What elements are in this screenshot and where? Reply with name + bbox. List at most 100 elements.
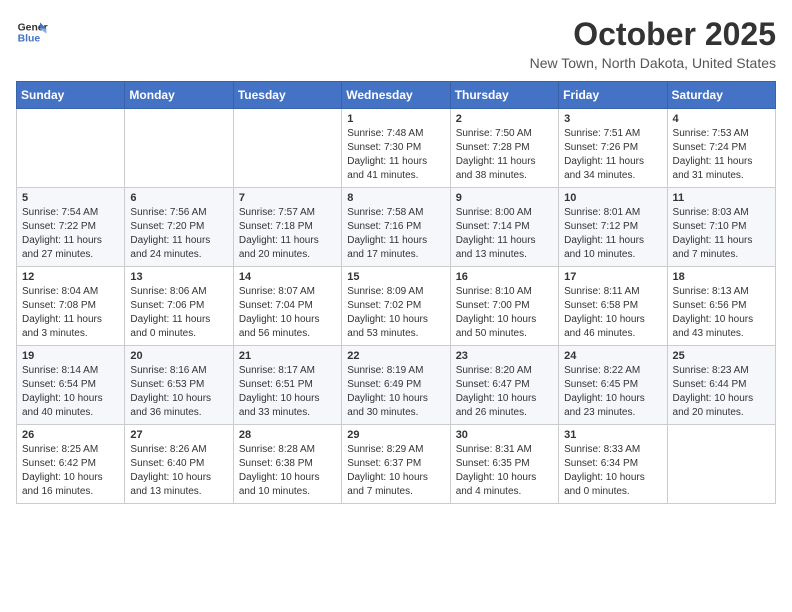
day-info: Sunrise: 7:54 AM Sunset: 7:22 PM Dayligh… bbox=[22, 206, 119, 262]
day-info: Sunrise: 7:51 AM Sunset: 7:26 PM Dayligh… bbox=[564, 127, 661, 183]
calendar-cell: 30 Sunrise: 8:31 AM Sunset: 6:35 PM Dayli… bbox=[450, 425, 558, 504]
day-number: 28 bbox=[239, 429, 336, 441]
calendar-cell: 31Sunrise: 8:33 AM Sunset: 6:34 PM Dayli… bbox=[559, 425, 667, 504]
day-number: 14 bbox=[239, 271, 336, 283]
day-number: 11 bbox=[673, 192, 770, 204]
calendar-cell: 29Sunrise: 8:29 AM Sunset: 6:37 PM Dayli… bbox=[342, 425, 450, 504]
calendar-cell: 22Sunrise: 8:19 AM Sunset: 6:49 PM Dayli… bbox=[342, 346, 450, 425]
calendar-cell: 25 Sunrise: 8:23 AM Sunset: 6:44 PM Dayli… bbox=[667, 346, 775, 425]
week-row-4: 19 Sunrise: 8:14 AM Sunset: 6:54 PM Dayli… bbox=[17, 346, 776, 425]
day-info: Sunrise: 8:17 AM Sunset: 6:51 PM Dayligh… bbox=[239, 364, 336, 420]
weekday-header-saturday: Saturday bbox=[667, 82, 775, 109]
day-info: Sunrise: 7:50 AM Sunset: 7:28 PM Dayligh… bbox=[456, 127, 553, 183]
day-info: Sunrise: 8:31 AM Sunset: 6:35 PM Dayligh… bbox=[456, 443, 553, 499]
day-info: Sunrise: 8:13 AM Sunset: 6:56 PM Dayligh… bbox=[673, 285, 770, 341]
day-number: 29 bbox=[347, 429, 444, 441]
calendar-cell: 26 Sunrise: 8:25 AM Sunset: 6:42 PM Dayli… bbox=[17, 425, 125, 504]
calendar-cell: 5 Sunrise: 7:54 AM Sunset: 7:22 PM Daylig… bbox=[17, 188, 125, 267]
month-title: October 2025 bbox=[530, 16, 776, 53]
calendar-cell: 8Sunrise: 7:58 AM Sunset: 7:16 PM Daylig… bbox=[342, 188, 450, 267]
day-info: Sunrise: 8:16 AM Sunset: 6:53 PM Dayligh… bbox=[130, 364, 227, 420]
calendar-cell: 10 Sunrise: 8:01 AM Sunset: 7:12 PM Dayli… bbox=[559, 188, 667, 267]
day-number: 10 bbox=[564, 192, 661, 204]
calendar-table: SundayMondayTuesdayWednesdayThursdayFrid… bbox=[16, 81, 776, 504]
calendar-cell: 24 Sunrise: 8:22 AM Sunset: 6:45 PM Dayli… bbox=[559, 346, 667, 425]
svg-text:Blue: Blue bbox=[18, 34, 41, 45]
day-info: Sunrise: 8:25 AM Sunset: 6:42 PM Dayligh… bbox=[22, 443, 119, 499]
day-info: Sunrise: 7:57 AM Sunset: 7:18 PM Dayligh… bbox=[239, 206, 336, 262]
weekday-header-row: SundayMondayTuesdayWednesdayThursdayFrid… bbox=[17, 82, 776, 109]
calendar-cell: 20 Sunrise: 8:16 AM Sunset: 6:53 PM Dayli… bbox=[125, 346, 233, 425]
day-number: 13 bbox=[130, 271, 227, 283]
day-info: Sunrise: 8:09 AM Sunset: 7:02 PM Dayligh… bbox=[347, 285, 444, 341]
calendar-cell bbox=[233, 109, 341, 188]
calendar-cell: 13Sunrise: 8:06 AM Sunset: 7:06 PM Dayli… bbox=[125, 267, 233, 346]
day-info: Sunrise: 7:53 AM Sunset: 7:24 PM Dayligh… bbox=[673, 127, 770, 183]
day-number: 7 bbox=[239, 192, 336, 204]
day-number: 23 bbox=[456, 350, 553, 362]
calendar-cell bbox=[17, 109, 125, 188]
calendar-cell: 18 Sunrise: 8:13 AM Sunset: 6:56 PM Dayli… bbox=[667, 267, 775, 346]
page-header: General Blue October 2025 New Town, Nort… bbox=[16, 16, 776, 71]
day-info: Sunrise: 8:19 AM Sunset: 6:49 PM Dayligh… bbox=[347, 364, 444, 420]
weekday-header-friday: Friday bbox=[559, 82, 667, 109]
day-number: 25 bbox=[673, 350, 770, 362]
logo-icon: General Blue bbox=[16, 16, 48, 48]
day-number: 24 bbox=[564, 350, 661, 362]
calendar-cell: 7 Sunrise: 7:57 AM Sunset: 7:18 PM Daylig… bbox=[233, 188, 341, 267]
day-info: Sunrise: 8:33 AM Sunset: 6:34 PM Dayligh… bbox=[564, 443, 661, 499]
calendar-cell: 19 Sunrise: 8:14 AM Sunset: 6:54 PM Dayli… bbox=[17, 346, 125, 425]
day-number: 15 bbox=[347, 271, 444, 283]
weekday-header-wednesday: Wednesday bbox=[342, 82, 450, 109]
weekday-header-tuesday: Tuesday bbox=[233, 82, 341, 109]
day-number: 16 bbox=[456, 271, 553, 283]
weekday-header-thursday: Thursday bbox=[450, 82, 558, 109]
day-number: 17 bbox=[564, 271, 661, 283]
day-number: 4 bbox=[673, 113, 770, 125]
day-info: Sunrise: 8:07 AM Sunset: 7:04 PM Dayligh… bbox=[239, 285, 336, 341]
day-info: Sunrise: 7:48 AM Sunset: 7:30 PM Dayligh… bbox=[347, 127, 444, 183]
day-number: 1 bbox=[347, 113, 444, 125]
day-number: 19 bbox=[22, 350, 119, 362]
calendar-cell: 12 Sunrise: 8:04 AM Sunset: 7:08 PM Dayli… bbox=[17, 267, 125, 346]
day-number: 3 bbox=[564, 113, 661, 125]
day-info: Sunrise: 8:04 AM Sunset: 7:08 PM Dayligh… bbox=[22, 285, 119, 341]
day-info: Sunrise: 8:03 AM Sunset: 7:10 PM Dayligh… bbox=[673, 206, 770, 262]
day-number: 18 bbox=[673, 271, 770, 283]
calendar-cell: 4 Sunrise: 7:53 AM Sunset: 7:24 PM Daylig… bbox=[667, 109, 775, 188]
calendar-cell: 28 Sunrise: 8:28 AM Sunset: 6:38 PM Dayli… bbox=[233, 425, 341, 504]
calendar-cell: 2 Sunrise: 7:50 AM Sunset: 7:28 PM Daylig… bbox=[450, 109, 558, 188]
day-number: 8 bbox=[347, 192, 444, 204]
weekday-header-monday: Monday bbox=[125, 82, 233, 109]
week-row-5: 26 Sunrise: 8:25 AM Sunset: 6:42 PM Dayli… bbox=[17, 425, 776, 504]
calendar-cell bbox=[125, 109, 233, 188]
day-number: 5 bbox=[22, 192, 119, 204]
day-number: 20 bbox=[130, 350, 227, 362]
calendar-cell: 11 Sunrise: 8:03 AM Sunset: 7:10 PM Dayli… bbox=[667, 188, 775, 267]
day-info: Sunrise: 8:20 AM Sunset: 6:47 PM Dayligh… bbox=[456, 364, 553, 420]
calendar-cell: 1 Sunrise: 7:48 AM Sunset: 7:30 PM Daylig… bbox=[342, 109, 450, 188]
location: New Town, North Dakota, United States bbox=[530, 55, 776, 71]
day-info: Sunrise: 8:23 AM Sunset: 6:44 PM Dayligh… bbox=[673, 364, 770, 420]
day-number: 30 bbox=[456, 429, 553, 441]
week-row-1: 1 Sunrise: 7:48 AM Sunset: 7:30 PM Daylig… bbox=[17, 109, 776, 188]
day-number: 6 bbox=[130, 192, 227, 204]
weekday-header-sunday: Sunday bbox=[17, 82, 125, 109]
title-area: October 2025 New Town, North Dakota, Uni… bbox=[530, 16, 776, 71]
day-info: Sunrise: 7:56 AM Sunset: 7:20 PM Dayligh… bbox=[130, 206, 227, 262]
day-info: Sunrise: 8:01 AM Sunset: 7:12 PM Dayligh… bbox=[564, 206, 661, 262]
calendar-cell: 3 Sunrise: 7:51 AM Sunset: 7:26 PM Daylig… bbox=[559, 109, 667, 188]
day-number: 2 bbox=[456, 113, 553, 125]
day-info: Sunrise: 8:10 AM Sunset: 7:00 PM Dayligh… bbox=[456, 285, 553, 341]
day-info: Sunrise: 8:22 AM Sunset: 6:45 PM Dayligh… bbox=[564, 364, 661, 420]
day-info: Sunrise: 8:28 AM Sunset: 6:38 PM Dayligh… bbox=[239, 443, 336, 499]
day-number: 27 bbox=[130, 429, 227, 441]
calendar-cell: 17Sunrise: 8:11 AM Sunset: 6:58 PM Dayli… bbox=[559, 267, 667, 346]
calendar-cell: 23 Sunrise: 8:20 AM Sunset: 6:47 PM Dayli… bbox=[450, 346, 558, 425]
calendar-cell: 15 Sunrise: 8:09 AM Sunset: 7:02 PM Dayli… bbox=[342, 267, 450, 346]
week-row-3: 12 Sunrise: 8:04 AM Sunset: 7:08 PM Dayli… bbox=[17, 267, 776, 346]
day-number: 12 bbox=[22, 271, 119, 283]
day-number: 21 bbox=[239, 350, 336, 362]
day-info: Sunrise: 8:14 AM Sunset: 6:54 PM Dayligh… bbox=[22, 364, 119, 420]
day-number: 26 bbox=[22, 429, 119, 441]
